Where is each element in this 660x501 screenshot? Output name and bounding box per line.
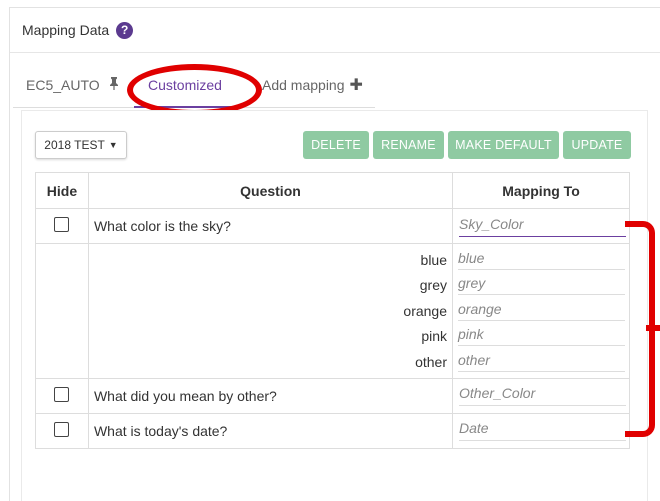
mapping-select-dropdown[interactable]: 2018 TEST ▼ (35, 131, 127, 159)
answer-label: pink (421, 328, 447, 345)
column-header-mapping: Mapping To (452, 172, 630, 209)
column-header-hide: Hide (35, 172, 89, 209)
column-header-question: Question (87, 172, 454, 209)
tab-label: Customized (148, 77, 222, 93)
question-text: What color is the sky? (87, 208, 454, 244)
pin-icon[interactable] (109, 77, 119, 93)
tab-label: Add mapping (262, 77, 345, 93)
answer-label: blue (420, 251, 447, 268)
table-row: What did you mean by other? Other_Color (35, 377, 630, 414)
mapping-input[interactable]: Other_Color (459, 385, 626, 406)
make-default-button[interactable]: MAKE DEFAULT (448, 131, 559, 159)
caret-down-icon: ▼ (108, 140, 118, 150)
question-text: What did you mean by other? (87, 377, 454, 414)
tab-label: EC5_AUTO (26, 77, 100, 93)
tab-customized[interactable]: Customized (134, 62, 242, 108)
hide-checkbox[interactable] (54, 217, 70, 232)
answers-row: blue grey orange pink other blue grey or… (35, 243, 630, 379)
question-text: What is today's date? (87, 412, 454, 449)
delete-button[interactable]: DELETE (303, 131, 369, 159)
answer-mapping-input[interactable]: blue (458, 250, 625, 270)
mapping-content: 2018 TEST ▼ DELETE RENAME MAKE DEFAULT U… (21, 110, 648, 501)
plus-icon: ✚ (349, 77, 363, 94)
answer-label: other (415, 353, 447, 370)
panel-header: Mapping Data ? (10, 8, 660, 53)
mapping-input[interactable]: Date (459, 420, 626, 441)
answer-mapping-input[interactable]: other (458, 352, 625, 372)
tab-bar: EC5_AUTO Customized Add mapping ✚ (13, 62, 375, 108)
table-row: What is today's date? Date (35, 412, 630, 449)
dropdown-label: 2018 TEST (44, 138, 105, 152)
active-tab-underline (134, 106, 242, 108)
toolbar: 2018 TEST ▼ DELETE RENAME MAKE DEFAULT U… (35, 131, 631, 159)
mapping-input[interactable]: Sky_Color (459, 216, 626, 237)
update-button[interactable]: UPDATE (563, 131, 631, 159)
hide-checkbox[interactable] (54, 386, 70, 402)
hide-checkbox[interactable] (54, 421, 70, 437)
answer-mapping-input[interactable]: pink (458, 326, 625, 347)
rename-button[interactable]: RENAME (373, 131, 444, 159)
panel-title: Mapping Data (22, 22, 110, 38)
help-icon[interactable]: ? (116, 21, 134, 39)
mapping-table: Hide Question Mapping To What color is t… (35, 172, 630, 449)
tab-add-mapping[interactable]: Add mapping ✚ (262, 62, 363, 108)
answer-mapping-input[interactable]: grey (458, 275, 625, 296)
answer-label: grey (419, 277, 447, 294)
answer-mapping-input[interactable]: orange (458, 301, 625, 321)
table-row: What color is the sky? Sky_Color (35, 208, 630, 244)
answer-label: orange (403, 302, 447, 319)
tab-ec5-auto[interactable]: EC5_AUTO (26, 62, 119, 108)
